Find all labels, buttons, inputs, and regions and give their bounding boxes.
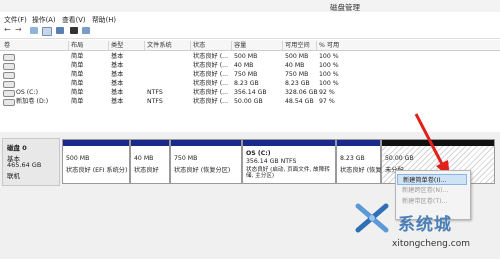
drive-icon bbox=[3, 72, 15, 79]
watermark-name: 系统城 bbox=[398, 215, 452, 235]
forward-arrow-icon[interactable]: → bbox=[15, 25, 22, 34]
settings-icon[interactable] bbox=[82, 27, 90, 34]
table-row[interactable]: 简单 基本 状态良好 (... 40 MB 40 MB 100 % bbox=[0, 61, 500, 70]
drive-icon bbox=[3, 99, 15, 106]
drive-icon bbox=[3, 90, 15, 97]
menu-view[interactable]: 查看(V) bbox=[62, 14, 86, 24]
view-icon[interactable] bbox=[30, 27, 38, 34]
partition-os-c[interactable]: OS (C:) 356.14 GB NTFS 状态良好 (启动, 页面文件, 故… bbox=[242, 139, 336, 184]
partition-bar bbox=[171, 140, 241, 146]
back-arrow-icon[interactable]: ← bbox=[4, 25, 11, 34]
title-bar: 磁盘管理 bbox=[0, 0, 500, 12]
table-row[interactable]: 简单 基本 状态良好 (... 500 MB 500 MB 100 % bbox=[0, 52, 500, 61]
col-capacity[interactable]: 容量 bbox=[231, 41, 246, 50]
partition-recovery-2[interactable]: 8.23 GB 状态良好 (恢复分区) bbox=[336, 139, 396, 184]
drive-icon bbox=[3, 81, 15, 88]
refresh-icon[interactable] bbox=[70, 27, 78, 34]
col-pct[interactable]: % 可用 bbox=[316, 41, 339, 50]
menu-help[interactable]: 帮助(H) bbox=[92, 14, 116, 24]
partition-bar bbox=[63, 140, 129, 146]
partition-bar bbox=[131, 140, 169, 146]
watermark-logo bbox=[355, 203, 389, 233]
disk-state: 联机 bbox=[7, 172, 20, 180]
properties-icon[interactable] bbox=[56, 27, 64, 34]
table-row[interactable]: 简单 基本 状态良好 (... 8.23 GB 8.23 GB 100 % bbox=[0, 79, 500, 88]
partition-recovery-1[interactable]: 750 MB 状态良好 (恢复分区) bbox=[170, 139, 242, 184]
menu-file[interactable]: 文件(F) bbox=[4, 14, 27, 24]
partition-efi[interactable]: 500 MB 状态良好 (EFI 系统分) bbox=[62, 139, 130, 184]
col-layout[interactable]: 布局 bbox=[68, 41, 83, 50]
disk-size: 465.64 GB bbox=[7, 161, 42, 169]
table-row[interactable]: OS (C:) 简单 基本 NTFS 状态良好 (... 356.14 GB 3… bbox=[0, 88, 500, 97]
drive-icon bbox=[3, 54, 15, 61]
col-status[interactable]: 状态 bbox=[190, 41, 205, 50]
partition-bar bbox=[243, 140, 335, 146]
disk-label[interactable]: 磁盘 0 基本 465.64 GB 联机 bbox=[2, 138, 60, 186]
col-free[interactable]: 可用空间 bbox=[282, 41, 310, 50]
menu-new-striped-volume[interactable]: 新建带区卷(T)... bbox=[402, 196, 447, 205]
partition-bar bbox=[337, 140, 380, 146]
drive-icon bbox=[3, 63, 15, 70]
table-row[interactable]: 新加卷 (D:) 简单 基本 NTFS 状态良好 (... 50.00 GB 4… bbox=[0, 97, 500, 106]
table-row[interactable]: 简单 基本 状态良好 (... 750 MB 750 MB 100 % bbox=[0, 70, 500, 79]
menu-new-spanned-volume[interactable]: 新建跨区卷(N)... bbox=[402, 185, 448, 194]
col-volume[interactable]: 卷 bbox=[2, 41, 10, 50]
menu-new-simple-volume[interactable]: 新建简单卷(I)... bbox=[397, 174, 467, 185]
help-icon[interactable] bbox=[42, 27, 52, 36]
disk-name: 磁盘 0 bbox=[7, 144, 27, 152]
volume-table-header: 卷 布局 类型 文件系统 状态 容量 可用空间 % 可用 bbox=[0, 40, 500, 51]
toolbar: ← → bbox=[0, 24, 500, 39]
watermark-url: xitongcheng.com bbox=[392, 239, 470, 249]
partition-msr[interactable]: 40 MB 状态良好 bbox=[130, 139, 170, 184]
col-type[interactable]: 类型 bbox=[108, 41, 123, 50]
menu-action[interactable]: 操作(A) bbox=[32, 14, 56, 24]
col-filesystem[interactable]: 文件系统 bbox=[144, 41, 172, 50]
